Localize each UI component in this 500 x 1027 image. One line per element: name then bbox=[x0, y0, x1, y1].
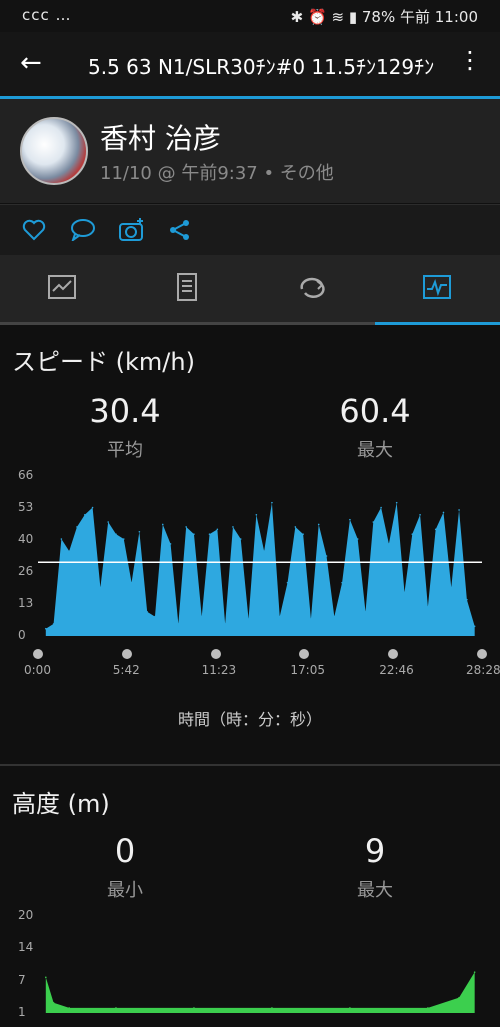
altitude-area-series bbox=[45, 972, 475, 1013]
altitude-data-point bbox=[44, 976, 47, 979]
altitude-chart[interactable] bbox=[0, 0, 500, 1027]
altitude-data-point bbox=[68, 1007, 70, 1009]
altitude-data-point bbox=[349, 1007, 351, 1009]
altitude-data-point bbox=[115, 1007, 117, 1009]
altitude-data-point bbox=[193, 1007, 195, 1009]
altitude-data-point bbox=[427, 1007, 429, 1009]
altitude-data-point bbox=[473, 971, 476, 973]
altitude-data-point bbox=[458, 996, 460, 999]
altitude-data-point bbox=[52, 1001, 55, 1004]
altitude-data-point bbox=[271, 1007, 273, 1009]
